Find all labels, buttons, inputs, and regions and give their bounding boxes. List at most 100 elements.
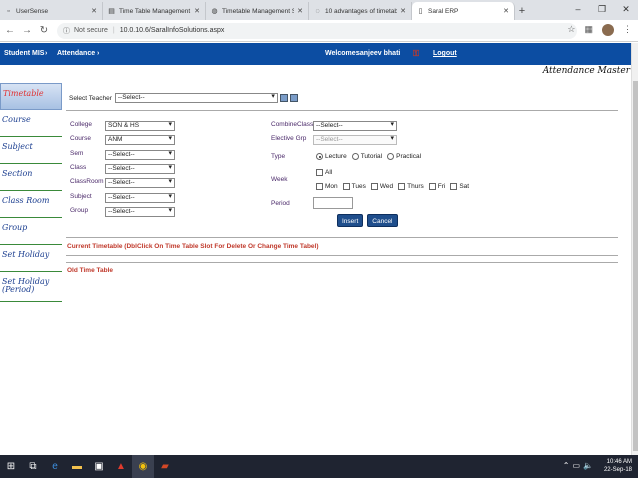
type-label: Type: [271, 153, 286, 160]
new-tab-button[interactable]: +: [515, 2, 529, 20]
app-header: Student MIS › Attendance › Welcome: sanj…: [0, 43, 632, 65]
period-input[interactable]: [313, 197, 353, 209]
tab-title: 10 advantages of timetable m...: [325, 7, 397, 15]
info-icon[interactable]: ⓘ: [63, 26, 70, 36]
file-explorer-icon[interactable]: ▬: [66, 455, 88, 478]
tab-title: Time Table Management System: [119, 7, 191, 15]
sidebar-item-set-holiday[interactable]: Set Holiday: [0, 245, 62, 272]
week-all-option[interactable]: All: [316, 169, 332, 176]
close-icon[interactable]: ✕: [297, 7, 303, 15]
user-name: sanjeev bhati: [356, 50, 401, 57]
menu-attendance[interactable]: Attendance: [57, 50, 95, 57]
sidebar-item-class-room[interactable]: Class Room: [0, 191, 62, 218]
browser-tab-5[interactable]: ▯ Saral ERP ✕: [412, 2, 515, 20]
window-close-icon[interactable]: ✕: [614, 0, 638, 18]
sidebar-item-set-holiday-period[interactable]: Set Holiday (Period): [0, 272, 62, 302]
logout-link[interactable]: Logout: [433, 50, 457, 57]
select-teacher-dropdown[interactable]: --Select--: [114, 93, 278, 103]
elective-grp-dropdown[interactable]: --Select--: [313, 135, 397, 145]
radio[interactable]: [351, 153, 359, 160]
sidebar-item-group[interactable]: Group: [0, 218, 62, 245]
scrollbar-thumb[interactable]: [633, 81, 638, 451]
classroom-dropdown[interactable]: --Select--: [105, 178, 175, 188]
welcome-label: Welcome:: [325, 50, 358, 57]
store-icon[interactable]: ▣: [88, 455, 110, 478]
radio-selected[interactable]: [316, 153, 323, 160]
acrobat-icon[interactable]: ▲: [110, 455, 132, 478]
checkbox[interactable]: [398, 183, 406, 190]
chrome-icon[interactable]: ◉: [132, 455, 154, 478]
week-thurs-option[interactable]: Thurs: [398, 183, 424, 190]
reload-icon[interactable]: ↻: [37, 25, 51, 36]
sidebar-item-course[interactable]: Course: [0, 110, 62, 137]
grid-icon[interactable]: [289, 94, 298, 102]
password-icon[interactable]: ⚿: [413, 49, 419, 59]
week-sat-option[interactable]: Sat: [450, 183, 469, 190]
doc-icon: ▤: [108, 7, 115, 15]
clock-date: 22-Sep-18: [603, 467, 632, 473]
checkbox[interactable]: [342, 183, 350, 190]
close-icon[interactable]: ✕: [91, 7, 97, 15]
forward-icon[interactable]: →: [20, 25, 34, 36]
security-label: Not secure: [74, 27, 108, 34]
checkbox[interactable]: [428, 183, 436, 190]
type-lecture-option[interactable]: Lecture: [316, 153, 347, 160]
window-controls: – ❐ ✕: [566, 0, 638, 18]
college-dropdown[interactable]: SON & HS: [105, 121, 175, 131]
sidebar-item-subject[interactable]: Subject: [0, 137, 62, 164]
url-field[interactable]: ⓘ Not secure | 10.0.10.6/SaralInfoSoluti…: [57, 22, 577, 39]
sidebar-item-timetable[interactable]: Timetable: [0, 83, 62, 110]
course-dropdown[interactable]: ANM: [105, 135, 175, 145]
page-scrollbar[interactable]: [631, 43, 638, 455]
back-icon[interactable]: ←: [3, 25, 17, 36]
checkbox[interactable]: [316, 169, 323, 176]
class-dropdown[interactable]: --Select--: [105, 164, 175, 174]
type-tutorial-option[interactable]: Tutorial: [351, 153, 382, 160]
type-practical-option[interactable]: Practical: [387, 153, 421, 160]
close-icon[interactable]: ✕: [400, 7, 406, 15]
extension-icon[interactable]: ▦: [584, 24, 593, 36]
browser-tab-3[interactable]: ◍ Timetable Management System ✕: [206, 2, 309, 20]
minimize-icon[interactable]: –: [566, 0, 590, 18]
browser-tab-1[interactable]: ▫ UserSense ✕: [0, 2, 103, 20]
checkbox[interactable]: [316, 183, 323, 190]
sidebar-item-section[interactable]: Section: [0, 164, 62, 191]
loading-icon: ◌: [315, 7, 320, 15]
week-tues-option[interactable]: Tues: [342, 183, 366, 190]
close-icon[interactable]: ✕: [194, 7, 200, 15]
week-fri-option[interactable]: Fri: [428, 183, 445, 190]
select-teacher-label: Select Teacher: [69, 94, 112, 102]
combineclass-dropdown[interactable]: --Select--: [313, 121, 397, 131]
taskbar: ⊞ ⧉ e ▬ ▣ ▲ ◉ ▰ ⌃▭🔈 10:46 AM 22-Sep-18: [0, 455, 638, 478]
browser-tab-4[interactable]: ◌ 10 advantages of timetable m... ✕: [309, 2, 412, 20]
radio[interactable]: [387, 153, 395, 160]
course-label: Course: [70, 135, 91, 142]
system-tray-icons[interactable]: ⌃▭🔈: [563, 461, 596, 470]
edge-icon[interactable]: e: [44, 455, 66, 478]
checkbox[interactable]: [370, 183, 378, 190]
insert-button[interactable]: Insert: [337, 214, 364, 227]
tab-title: UserSense: [16, 7, 49, 15]
task-view-icon[interactable]: ⧉: [22, 455, 44, 478]
checkbox[interactable]: [450, 183, 458, 190]
star-icon[interactable]: ☆: [567, 24, 575, 36]
globe-icon: ◍: [211, 7, 218, 15]
powerpoint-icon[interactable]: ▰: [154, 455, 176, 478]
windows-start-icon[interactable]: ⊞: [0, 455, 22, 478]
calendar-icon[interactable]: [279, 94, 288, 102]
menu-icon[interactable]: ⋮: [623, 24, 632, 36]
sem-dropdown[interactable]: --Select--: [105, 150, 175, 160]
menu-student-mis[interactable]: Student MIS: [4, 50, 44, 57]
avatar[interactable]: [602, 24, 614, 36]
cancel-button[interactable]: Cancel: [367, 214, 398, 227]
week-wed-option[interactable]: Wed: [370, 183, 393, 190]
subject-dropdown[interactable]: --Select--: [105, 193, 175, 203]
divider: [66, 110, 618, 111]
maximize-icon[interactable]: ❐: [590, 0, 614, 18]
url-text: 10.0.10.6/SaralInfoSolutions.aspx: [119, 27, 225, 34]
close-icon[interactable]: ✕: [503, 7, 509, 15]
group-dropdown[interactable]: --Select--: [105, 207, 175, 217]
browser-tab-2[interactable]: ▤ Time Table Management System ✕: [103, 2, 206, 20]
week-mon-option[interactable]: Mon: [316, 183, 338, 190]
system-clock[interactable]: 10:46 AM 22-Sep-18: [604, 458, 632, 474]
